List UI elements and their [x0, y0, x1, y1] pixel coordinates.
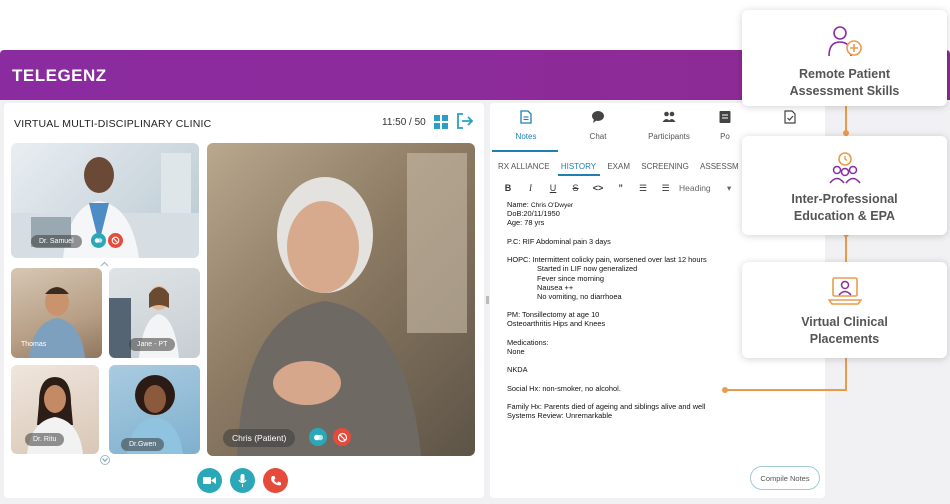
tab-participants[interactable]: Participants	[634, 110, 704, 141]
chevron-down-icon[interactable]	[100, 455, 110, 465]
underline-button[interactable]: U	[543, 183, 563, 193]
team-clock-icon	[829, 152, 861, 184]
connector-line	[845, 356, 847, 390]
video-camera-icon	[203, 477, 216, 484]
video-toggle-button[interactable]	[197, 468, 222, 493]
session-timer: 11:50 / 50	[382, 117, 426, 128]
exit-icon[interactable]	[456, 112, 474, 130]
subtab-rx-alliance[interactable]: RX ALLIANCE	[498, 162, 550, 171]
participant-name: Dr.Gwen	[121, 438, 165, 451]
subtab-screening[interactable]: SCREENING	[641, 162, 689, 171]
switch-camera-icon[interactable]	[309, 428, 327, 446]
doctor-plus-icon	[828, 26, 862, 57]
block-icon[interactable]	[108, 233, 123, 248]
subtab-exam[interactable]: EXAM	[607, 162, 630, 171]
bullet-list-button[interactable]: ☰	[656, 183, 676, 194]
tab-chat[interactable]: Chat	[563, 110, 633, 141]
heading-select[interactable]: Heading ▾	[679, 183, 731, 194]
heading-select-value: Heading	[679, 183, 711, 193]
tab-notes[interactable]: Notes	[491, 110, 561, 141]
note-line: Family Hx: Parents died of ageing and si…	[507, 402, 706, 412]
participant-name: Thomas	[21, 341, 47, 348]
mute-button[interactable]	[230, 468, 255, 493]
section-tabs: RX ALLIANCE HISTORY EXAM SCREENING ASSES…	[498, 162, 748, 171]
quote-button[interactable]: ”	[611, 183, 631, 193]
strikethrough-button[interactable]: S	[566, 183, 586, 193]
participant-name: Chris (Patient)	[223, 429, 296, 447]
feature-card-inter-professional: Inter-Professional Education & EPA	[742, 136, 947, 235]
connector-dot	[722, 387, 728, 393]
compile-notes-button[interactable]: Compile Notes	[750, 466, 820, 490]
card-title-line: Assessment Skills	[789, 84, 900, 98]
laptop-doctor-icon	[828, 277, 862, 305]
card-title-line: Virtual Clinical	[801, 315, 888, 329]
checklist-icon	[784, 110, 796, 124]
notes-icon	[520, 110, 532, 124]
ordered-list-button[interactable]: ☰	[633, 183, 653, 194]
card-title-line: Inter-Professional	[791, 192, 898, 206]
switch-camera-icon[interactable]	[91, 233, 106, 248]
note-line: Chris O'Dwyer	[530, 202, 574, 209]
feature-card-remote-assessment: Remote Patient Assessment Skills	[742, 10, 947, 106]
video-tile-patient[interactable]: Chris (Patient)	[207, 143, 475, 456]
microphone-icon	[238, 474, 247, 487]
tab-label: Participants	[648, 132, 690, 141]
bold-button[interactable]: B	[498, 183, 518, 193]
tab-label: Po	[720, 132, 730, 141]
grid-layout-icon[interactable]	[434, 115, 448, 129]
participant-name: Dr. Samuel	[31, 235, 82, 248]
document-icon	[719, 111, 731, 123]
card-title-line: Placements	[809, 332, 880, 346]
note-line: NKDA	[507, 365, 528, 375]
patient-figure	[237, 153, 467, 456]
italic-button[interactable]: I	[521, 183, 541, 193]
chevron-up-icon[interactable]	[100, 261, 109, 267]
end-call-button[interactable]	[263, 468, 288, 493]
phone-icon	[270, 475, 281, 485]
code-button[interactable]: <>	[588, 183, 608, 193]
tab-label: Notes	[515, 132, 537, 141]
note-line: Name:	[507, 200, 529, 209]
chat-icon	[592, 111, 604, 123]
card-title-line: Education & EPA	[793, 209, 896, 223]
active-tab-indicator	[492, 150, 558, 152]
subtab-assessment[interactable]: ASSESSM	[700, 162, 739, 171]
tab-checklist[interactable]	[778, 110, 802, 132]
video-tile-samuel[interactable]: Dr. Samuel	[11, 143, 199, 258]
telegenz-logo: TELEGENZ	[12, 66, 107, 85]
participant-name: Dr. Ritu	[25, 433, 65, 446]
card-title-line: Remote Patient	[799, 67, 890, 81]
note-line: P.C: RIF Abdominal pain 3 days	[507, 236, 611, 246]
video-tile-thomas[interactable]: Thomas	[11, 268, 102, 358]
participants-icon	[662, 111, 676, 122]
tab-label: Chat	[589, 132, 607, 141]
clinic-title: VIRTUAL MULTI-DISCIPLINARY CLINIC	[14, 118, 212, 130]
connector-line	[726, 389, 847, 391]
subtab-history[interactable]: HISTORY	[561, 162, 596, 171]
tab-document[interactable]: Po	[705, 110, 745, 141]
editor-toolbar: B I U S <> ” ☰ ☰	[498, 183, 676, 194]
participant-name: Jane - PT	[129, 338, 176, 351]
video-tile-jane[interactable]: Jane - PT	[109, 268, 200, 358]
block-icon[interactable]	[333, 428, 351, 446]
panel-resize-handle[interactable]	[486, 296, 489, 304]
note-line: Systems Review: Unremarkable	[507, 411, 613, 421]
feature-card-virtual-placements: Virtual Clinical Placements	[742, 262, 947, 358]
video-tile-ritu[interactable]: Dr. Ritu	[11, 365, 99, 454]
chevron-down-icon: ▾	[727, 183, 732, 193]
active-subtab-indicator	[558, 174, 600, 176]
video-tile-gwen[interactable]: Dr.Gwen	[109, 365, 200, 454]
